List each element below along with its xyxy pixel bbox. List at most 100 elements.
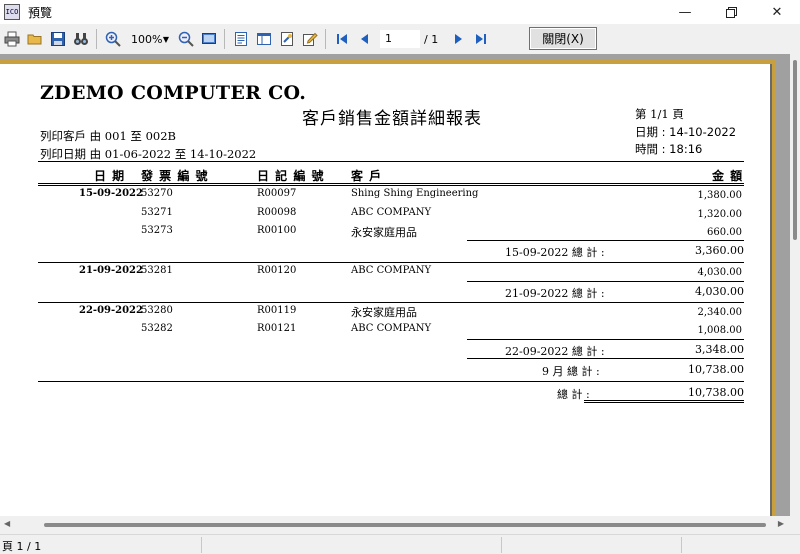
group-divider [38, 262, 744, 263]
invoice-cell: 53282 [141, 323, 173, 334]
maximize-button[interactable] [708, 0, 754, 24]
app-icon: ICO [4, 4, 20, 20]
amount-cell: 1,320.00 [697, 209, 742, 220]
toolbar: 100% ▼ 1 / 1 關閉(X) [0, 24, 800, 54]
grand-total-divider [38, 381, 744, 382]
journal-cell: R00097 [257, 188, 297, 199]
customer-cell: 永安家庭用品 [351, 306, 417, 319]
group-date: 21-09-2022 [79, 265, 143, 276]
col-amount: 金 額 [712, 169, 744, 183]
prev-page-button[interactable] [354, 28, 376, 50]
grand-total-underline [584, 400, 744, 403]
amount-cell: 4,030.00 [697, 267, 742, 278]
restore-icon [725, 6, 737, 18]
header-bottom-line [38, 183, 744, 186]
invoice-cell: 53281 [141, 265, 173, 276]
group-divider [38, 302, 744, 303]
last-page-button[interactable] [470, 28, 492, 50]
find-button[interactable] [70, 28, 92, 50]
journal-cell: R00100 [257, 225, 297, 236]
scroll-left-icon[interactable]: ◀ [4, 519, 10, 528]
page-total: / 1 [424, 32, 439, 46]
settings-icon [281, 32, 293, 46]
horizontal-scrollbar[interactable]: ◀ ▶ [0, 516, 790, 532]
next-page-button[interactable] [447, 28, 469, 50]
filter-customer: 列印客戶 由 001 至 002B [40, 129, 176, 143]
close-window-button[interactable]: ✕ [754, 0, 800, 24]
invoice-cell: 53273 [141, 225, 173, 236]
zoom-select[interactable]: 100% ▼ [126, 29, 174, 49]
journal-cell: R00121 [257, 323, 297, 334]
folder-icon [27, 34, 42, 45]
title-bar: ICO 預覽 — ✕ [0, 0, 800, 24]
month-total-amount: 10,738.00 [688, 363, 744, 376]
monitor-icon [202, 33, 216, 44]
zoom-in-icon [105, 31, 121, 47]
invoice-cell: 53270 [141, 188, 173, 199]
print-date: 日期 : 14-10-2022 [635, 125, 737, 139]
page-icon [235, 32, 247, 46]
customer-cell: ABC COMPANY [351, 207, 432, 218]
window-title: 預覽 [28, 5, 53, 20]
subtotal-amount: 3,360.00 [695, 244, 744, 257]
subtotal-line [467, 339, 744, 340]
journal-cell: R00120 [257, 265, 297, 276]
report-title: 客戶銷售金額詳細報表 [302, 109, 482, 129]
month-total-line [467, 358, 744, 359]
subtotal-amount: 3,348.00 [695, 343, 744, 356]
group-date: 22-09-2022 [79, 305, 143, 316]
page-setup-button[interactable] [276, 28, 298, 50]
col-journal: 日 記 編 號 [257, 169, 325, 183]
status-page-text: 頁 1 / 1 [2, 540, 42, 553]
first-page-icon [337, 34, 347, 44]
page-info: 第 1/1 頁 [635, 107, 684, 121]
edit-icon [303, 32, 318, 46]
invoice-cell: 53271 [141, 207, 173, 218]
col-customer: 客 戶 [351, 169, 383, 183]
amount-cell: 1,380.00 [697, 190, 742, 201]
fit-page-button[interactable] [198, 28, 220, 50]
minimize-button[interactable]: — [662, 0, 708, 24]
first-page-button[interactable] [331, 28, 353, 50]
single-page-button[interactable] [230, 28, 252, 50]
col-invoice: 發 票 編 號 [141, 169, 209, 183]
col-date: 日 期 [94, 169, 126, 183]
open-button[interactable] [24, 28, 46, 50]
customer-cell: ABC COMPANY [351, 265, 432, 276]
journal-cell: R00119 [257, 305, 297, 316]
vertical-scroll-thumb[interactable] [793, 60, 797, 240]
two-page-button[interactable] [253, 28, 275, 50]
header-top-line [38, 161, 744, 162]
prev-page-icon [361, 34, 368, 44]
month-total-label: 9 月 總 計 : [542, 365, 600, 378]
two-page-icon [257, 33, 271, 45]
subtotal-label: 21-09-2022 總 計 : [505, 287, 605, 300]
save-button[interactable] [47, 28, 69, 50]
close-preview-button[interactable]: 關閉(X) [529, 27, 597, 50]
amount-cell: 660.00 [707, 227, 742, 238]
horizontal-scroll-thumb[interactable] [44, 523, 766, 527]
zoom-value: 100% [131, 32, 163, 46]
subtotal-label: 22-09-2022 總 計 : [505, 345, 605, 358]
print-button[interactable] [1, 28, 23, 50]
zoom-out-button[interactable] [175, 28, 197, 50]
zoom-out-icon [178, 31, 194, 47]
subtotal-line [467, 240, 744, 241]
printer-icon [4, 31, 20, 47]
subtotal-label: 15-09-2022 總 計 : [505, 246, 605, 259]
zoom-in-button[interactable] [102, 28, 124, 50]
filter-date: 列印日期 由 01-06-2022 至 14-10-2022 [40, 147, 257, 161]
save-icon [51, 32, 65, 46]
print-time: 時間 : 18:16 [635, 142, 703, 156]
group-date: 15-09-2022 [79, 188, 143, 199]
chevron-down-icon: ▼ [162, 34, 169, 44]
subtotal-line [467, 281, 744, 282]
scroll-right-icon[interactable]: ▶ [778, 519, 784, 528]
customer-cell: 永安家庭用品 [351, 226, 417, 239]
binoculars-icon [74, 33, 88, 45]
page-number-input[interactable]: 1 [380, 30, 420, 48]
edit-button[interactable] [299, 28, 321, 50]
customer-cell: Shing Shing Engineering [351, 188, 479, 199]
vertical-scrollbar[interactable] [790, 54, 800, 516]
journal-cell: R00098 [257, 207, 297, 218]
